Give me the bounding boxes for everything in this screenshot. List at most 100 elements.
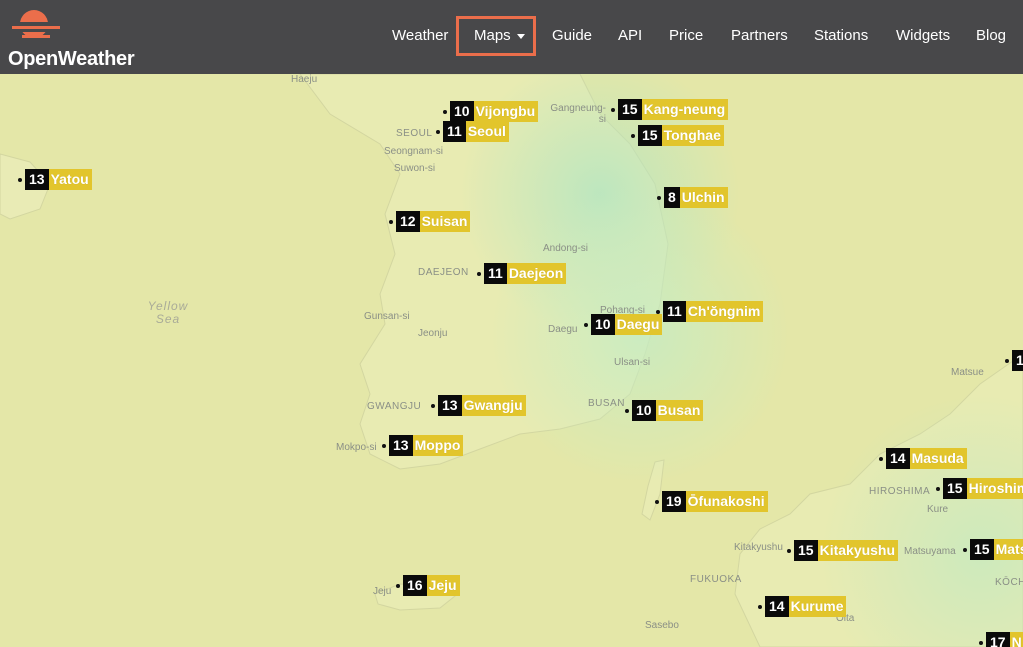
sea-label: Yellow Sea bbox=[140, 300, 196, 326]
place-label: GWANGJU bbox=[367, 401, 422, 412]
weather-marker[interactable]: 15Mats bbox=[963, 539, 1023, 560]
temp-value: 15 bbox=[794, 540, 818, 561]
weather-marker[interactable]: 17 N bbox=[979, 632, 1023, 647]
temp-value: 8 bbox=[664, 187, 680, 208]
city-label: Masuda bbox=[909, 448, 967, 469]
weather-marker[interactable]: 13 Gwangju bbox=[431, 395, 526, 416]
location-dot bbox=[979, 640, 983, 645]
weather-marker[interactable]: 12 Suisan bbox=[389, 211, 471, 232]
temp-value: 16 bbox=[403, 575, 427, 596]
weather-marker[interactable]: 15Hiroshim bbox=[936, 478, 1023, 499]
location-dot bbox=[431, 403, 435, 408]
sun-logo-icon bbox=[10, 10, 70, 38]
nav-partners[interactable]: Partners bbox=[731, 27, 788, 44]
location-dot bbox=[879, 456, 883, 461]
place-label: Kitakyushu bbox=[734, 542, 783, 553]
temp-value: 14 bbox=[886, 448, 910, 469]
temp-value: 19 bbox=[662, 491, 686, 512]
city-label: Ōfunakoshi bbox=[685, 491, 768, 512]
place-label: Gunsan-si bbox=[364, 311, 410, 322]
weather-marker[interactable]: 13 Yatou bbox=[18, 169, 92, 190]
location-dot bbox=[1005, 358, 1009, 363]
openweather-logo[interactable]: OpenWeather bbox=[4, 8, 144, 70]
temp-value: 11 bbox=[663, 301, 686, 322]
weather-marker[interactable]: 10 Daegu bbox=[584, 314, 663, 335]
place-label: DAEJEON bbox=[418, 267, 469, 278]
city-label: Jeju bbox=[426, 575, 460, 596]
city-label: Kang-neung bbox=[641, 99, 729, 120]
weather-marker[interactable]: 1 bbox=[1005, 350, 1023, 371]
weather-marker[interactable]: 19 Ōfunakoshi bbox=[655, 491, 768, 512]
weather-marker[interactable]: 14 Kurume bbox=[758, 596, 847, 617]
city-label: Ulchin bbox=[679, 187, 728, 208]
place-label: SEOUL bbox=[396, 128, 433, 139]
weather-marker[interactable]: 14 Masuda bbox=[879, 448, 967, 469]
place-label: HIROSHIMA bbox=[869, 486, 931, 497]
weather-marker[interactable]: 16 Jeju bbox=[396, 575, 460, 596]
city-label: Kitakyushu bbox=[817, 540, 899, 561]
weather-marker[interactable]: 10 Vijongbu bbox=[443, 101, 539, 122]
temp-value: 13 bbox=[438, 395, 462, 416]
temp-value: 17 bbox=[986, 632, 1010, 647]
place-label: Mokpo-si bbox=[336, 442, 377, 453]
nav-maps[interactable]: Maps bbox=[474, 27, 525, 44]
weather-marker[interactable]: 11 Seoul bbox=[436, 121, 509, 142]
city-label: Vijongbu bbox=[473, 101, 539, 122]
city-label: Hiroshim bbox=[966, 478, 1023, 499]
temp-value: 13 bbox=[25, 169, 49, 190]
weather-marker[interactable]: 13 Moppo bbox=[382, 435, 464, 456]
temp-value: 12 bbox=[396, 211, 420, 232]
weather-marker[interactable]: 15 Tonghae bbox=[631, 125, 724, 146]
place-label: Gangneung-si bbox=[550, 103, 606, 125]
place-label: Ulsan-si bbox=[614, 357, 651, 368]
city-label: Daegu bbox=[614, 314, 663, 335]
caret-down-icon bbox=[516, 33, 525, 39]
nav-blog[interactable]: Blog bbox=[976, 27, 1006, 44]
place-label: KŌCHI bbox=[995, 577, 1023, 588]
weather-marker[interactable]: 11 Ch'ŏngnim bbox=[656, 301, 764, 322]
weather-marker[interactable]: 15 Kitakyushu bbox=[787, 540, 899, 561]
city-label: Yatou bbox=[48, 169, 92, 190]
place-label: Jeju bbox=[373, 586, 392, 597]
location-dot bbox=[396, 583, 400, 588]
location-dot bbox=[963, 547, 967, 552]
weather-marker[interactable]: 15 Kang-neung bbox=[611, 99, 729, 120]
temp-value: 15 bbox=[970, 539, 994, 560]
place-label: Matsuyama bbox=[904, 546, 956, 557]
nav-price[interactable]: Price bbox=[669, 27, 703, 44]
temp-value: 14 bbox=[765, 596, 789, 617]
weather-marker[interactable]: 10 Busan bbox=[625, 400, 704, 421]
top-header: OpenWeather Weather Maps Guide API Price… bbox=[0, 0, 1023, 74]
temp-value: 15 bbox=[943, 478, 967, 499]
location-dot bbox=[443, 109, 447, 114]
nav-api[interactable]: API bbox=[618, 27, 642, 44]
temp-value: 10 bbox=[632, 400, 656, 421]
temp-value: 11 bbox=[443, 121, 466, 142]
location-dot bbox=[787, 548, 791, 553]
place-label: FUKUOKA bbox=[690, 574, 742, 585]
nav-guide[interactable]: Guide bbox=[552, 27, 592, 44]
temp-value: 11 bbox=[484, 263, 507, 284]
temp-value: 1 bbox=[1012, 350, 1023, 371]
sea-label-line: Sea bbox=[155, 312, 181, 326]
weather-marker[interactable]: 11 Daejeon bbox=[477, 263, 567, 284]
temp-value: 15 bbox=[638, 125, 662, 146]
location-dot bbox=[389, 219, 393, 224]
location-dot bbox=[657, 195, 661, 200]
location-dot bbox=[656, 309, 660, 314]
nav-widgets[interactable]: Widgets bbox=[896, 27, 950, 44]
city-label: Seoul bbox=[465, 121, 509, 142]
location-dot bbox=[625, 408, 629, 413]
location-dot bbox=[758, 604, 762, 609]
place-label: Haeju bbox=[291, 74, 318, 85]
nav-maps-label: Maps bbox=[474, 27, 511, 44]
nav-stations[interactable]: Stations bbox=[814, 27, 868, 44]
city-label: Busan bbox=[655, 400, 704, 421]
location-dot bbox=[936, 486, 940, 491]
weather-map[interactable]: Haeju SEOUL Seongnam-si Suwon-si Gangneu… bbox=[0, 74, 1023, 647]
place-label: BUSAN bbox=[588, 398, 625, 409]
nav-weather[interactable]: Weather bbox=[392, 27, 448, 44]
weather-marker[interactable]: 8 Ulchin bbox=[657, 187, 728, 208]
location-dot bbox=[436, 129, 440, 134]
map-base-layer bbox=[0, 74, 1023, 647]
